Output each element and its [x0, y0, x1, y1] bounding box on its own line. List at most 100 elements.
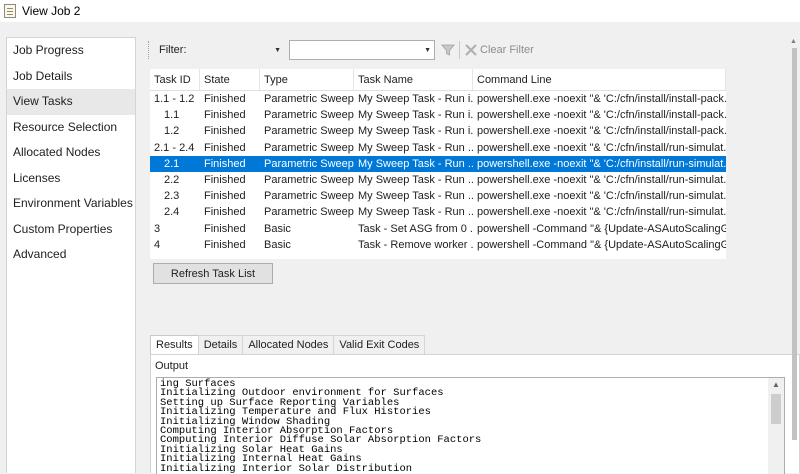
task-row[interactable]: 2.3 Finished Parametric Sweep My Sweep Task…: [150, 188, 726, 204]
clear-filter-label: Clear Filter: [480, 44, 534, 56]
nav-item-job-details[interactable]: Job Details: [7, 64, 135, 90]
tab-allocated-nodes[interactable]: Allocated Nodes: [242, 335, 335, 354]
state-cell: Finished: [204, 109, 246, 122]
funnel-icon[interactable]: [441, 43, 455, 57]
state-cell: Finished: [204, 125, 246, 138]
task-name-cell: Task - Remove worker ...: [358, 238, 473, 251]
clear-filter-button[interactable]: Clear Filter: [464, 43, 534, 57]
type-cell: Parametric Sweep: [264, 173, 354, 186]
column-header-task-name[interactable]: Task Name: [354, 69, 473, 90]
task-name-cell: My Sweep Task - Run ...: [358, 173, 473, 186]
tab-results[interactable]: Results: [150, 335, 199, 355]
command-line-cell: powershell.exe -noexit "& 'C:/cfn/instal…: [477, 141, 726, 154]
command-line-cell: powershell.exe -noexit "& 'C:/cfn/instal…: [477, 93, 726, 105]
toolbar-separator: [459, 41, 460, 59]
nav-item-environment-variables[interactable]: Environment Variables: [7, 191, 135, 217]
task-name-cell: My Sweep Task - Run i...: [358, 93, 473, 105]
type-cell: Parametric Sweep: [264, 109, 354, 122]
state-cell: Finished: [204, 238, 246, 251]
command-line-cell: powershell.exe -noexit "& 'C:/cfn/instal…: [477, 173, 726, 186]
output-scrollbar[interactable]: ▲: [768, 378, 784, 474]
chevron-down-icon: ▼: [424, 46, 431, 54]
output-textarea[interactable]: ing Surfaces Initializing Outdoor environ…: [156, 377, 785, 474]
scroll-up-icon[interactable]: ▲: [790, 38, 797, 45]
command-line-cell: powershell -Command "& {Update-ASAutoSca…: [477, 238, 726, 251]
filter-toolbar: Filter: ▼ ▼ Clear Filter: [148, 37, 798, 63]
command-line-cell: powershell -Command "& {Update-ASAutoSca…: [477, 222, 726, 235]
task-id-cell: 1.2: [164, 125, 180, 138]
view-tasks-panel: Filter: ▼ ▼ Clear Filter Task ID State T…: [144, 37, 800, 474]
task-name-cell: My Sweep Task - Run ...: [358, 157, 473, 170]
command-line-cell: powershell.exe -noexit "& 'C:/cfn/instal…: [477, 190, 726, 203]
filter-value-dropdown[interactable]: ▼: [289, 40, 435, 60]
document-icon: [4, 4, 16, 18]
column-header-type[interactable]: Type: [260, 69, 354, 90]
grid-body: 1.1 - 1.2 Finished Parametric Sweep My Swee…: [150, 91, 726, 253]
task-name-cell: My Sweep Task - Run ...: [358, 141, 473, 154]
command-line-cell: powershell.exe -noexit "& 'C:/cfn/instal…: [477, 109, 726, 122]
type-cell: Parametric Sweep: [264, 125, 354, 138]
nav-item-view-tasks[interactable]: View Tasks: [7, 89, 135, 115]
task-row[interactable]: 1.2 Finished Parametric Sweep My Sweep Task…: [150, 123, 726, 139]
task-name-cell: Task - Set ASG from 0 ...: [358, 222, 473, 235]
results-tab-panel: Output ing Surfaces Initializing Outdoor …: [150, 354, 800, 474]
task-id-cell: 3: [154, 222, 161, 235]
state-cell: Finished: [204, 93, 246, 105]
task-id-cell: 2.4: [164, 206, 180, 219]
filter-label: Filter:: [159, 44, 187, 56]
type-cell: Basic: [264, 222, 291, 235]
task-row[interactable]: 3 Finished Basic Task - Set ASG from 0 ... p…: [150, 221, 726, 237]
column-header-task-id[interactable]: Task ID: [150, 69, 200, 90]
nav-item-advanced[interactable]: Advanced: [7, 242, 135, 268]
scrollbar-thumb[interactable]: [792, 48, 797, 440]
grid-header: Task ID State Type Task Name Command Lin…: [150, 69, 726, 91]
nav-item-licenses[interactable]: Licenses: [7, 166, 135, 192]
output-label: Output: [155, 360, 189, 372]
task-name-cell: My Sweep Task - Run ...: [358, 190, 473, 203]
nav-item-resource-selection[interactable]: Resource Selection: [7, 115, 135, 141]
type-cell: Parametric Sweep: [264, 206, 354, 219]
column-header-state[interactable]: State: [200, 69, 260, 90]
command-line-cell: powershell.exe -noexit "& 'C:/cfn/instal…: [477, 157, 726, 170]
toolbar-grip: [148, 41, 151, 59]
scrollbar-thumb[interactable]: [771, 394, 781, 424]
task-row[interactable]: 2.1 - 2.4 Finished Parametric Sweep My Swee…: [150, 140, 726, 156]
column-header-command-line[interactable]: Command Line: [473, 69, 726, 90]
tab-details[interactable]: Details: [197, 335, 244, 354]
title-bar: View Job 2: [0, 0, 800, 22]
nav-item-custom-properties[interactable]: Custom Properties: [7, 217, 135, 243]
window-title: View Job 2: [22, 4, 81, 18]
type-cell: Parametric Sweep: [264, 157, 354, 170]
task-name-cell: My Sweep Task - Run i...: [358, 109, 473, 122]
state-cell: Finished: [204, 157, 246, 170]
clear-icon: [465, 44, 477, 56]
task-row[interactable]: 2.2 Finished Parametric Sweep My Sweep Task…: [150, 172, 726, 188]
command-line-cell: powershell.exe -noexit "& 'C:/cfn/instal…: [477, 125, 726, 138]
task-id-cell: 2.1: [164, 157, 180, 170]
type-cell: Basic: [264, 238, 291, 251]
state-cell: Finished: [204, 206, 246, 219]
task-name-cell: My Sweep Task - Run i...: [358, 125, 473, 138]
nav-item-allocated-nodes[interactable]: Allocated Nodes: [7, 140, 135, 166]
task-row[interactable]: 1.1 - 1.2 Finished Parametric Sweep My Swee…: [150, 91, 726, 107]
task-row[interactable]: 2.4 Finished Parametric Sweep My Sweep Task…: [150, 204, 726, 220]
tab-valid-exit-codes[interactable]: Valid Exit Codes: [333, 335, 426, 354]
navigation-list: Job Progress Job Details View Tasks Resourc…: [6, 37, 136, 473]
type-cell: Parametric Sweep: [264, 93, 354, 105]
nav-item-job-progress[interactable]: Job Progress: [7, 38, 135, 64]
filter-field-dropdown[interactable]: ▼: [189, 40, 285, 60]
refresh-task-list-button[interactable]: Refresh Task List: [153, 263, 273, 284]
detail-tabs: Results Details Allocated Nodes Valid Exit …: [150, 335, 426, 355]
task-row[interactable]: 1.1 Finished Parametric Sweep My Sweep Task…: [150, 107, 726, 123]
output-text: ing Surfaces Initializing Outdoor environ…: [160, 379, 481, 474]
state-cell: Finished: [204, 222, 246, 235]
task-id-cell: 2.1 - 2.4: [154, 141, 195, 154]
state-cell: Finished: [204, 190, 246, 203]
state-cell: Finished: [204, 141, 246, 154]
command-line-cell: powershell.exe -noexit "& 'C:/cfn/instal…: [477, 206, 726, 219]
task-row[interactable]: 2.1 Finished Parametric Sweep My Sweep Task…: [150, 155, 726, 172]
task-row[interactable]: 4 Finished Basic Task - Remove worker ... po…: [150, 237, 726, 253]
task-id-cell: 2.2: [164, 173, 180, 186]
scroll-up-icon[interactable]: ▲: [768, 378, 784, 392]
panel-scrollbar[interactable]: ▲: [790, 38, 798, 468]
